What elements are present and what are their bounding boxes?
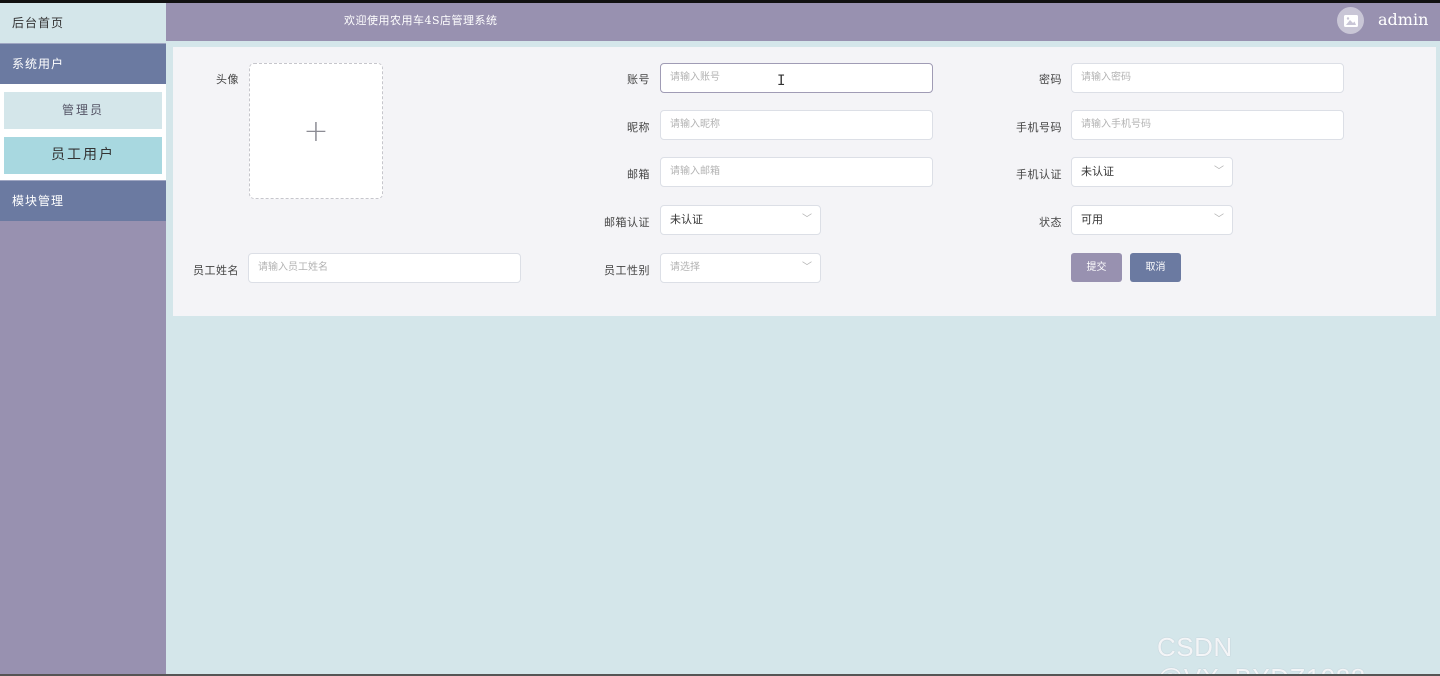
sidebar-submenu: 管理员 员工用户	[0, 84, 166, 180]
sidebar-group-system-users[interactable]: 系统用户	[0, 43, 166, 84]
account-label: 账号	[627, 73, 650, 86]
email-verify-value: 未认证	[670, 213, 703, 226]
submit-button[interactable]: 提交	[1071, 253, 1122, 282]
image-icon[interactable]	[1337, 7, 1364, 34]
phone-label: 手机号码	[1016, 121, 1062, 134]
status-label: 状态	[1039, 216, 1062, 229]
status-select[interactable]: 可用 ﹀	[1071, 205, 1233, 235]
email-input[interactable]: 请输入邮箱	[660, 157, 933, 187]
phone-verify-select[interactable]: 未认证 ﹀	[1071, 157, 1233, 187]
plus-icon: +	[303, 113, 329, 149]
chevron-down-icon: ﹀	[1214, 214, 1224, 225]
text-cursor-icon: I	[777, 73, 786, 89]
sidebar-group-module-management[interactable]: 模块管理	[0, 180, 166, 221]
email-label: 邮箱	[627, 168, 650, 181]
username[interactable]: admin	[1378, 3, 1428, 37]
watermark: CSDN @VX_BYDZ1988	[1157, 632, 1365, 676]
avatar-uploader[interactable]: +	[249, 63, 383, 199]
chevron-down-icon: ﹀	[802, 262, 812, 273]
phone-verify-label: 手机认证	[1016, 168, 1062, 181]
phone-verify-value: 未认证	[1081, 165, 1114, 178]
status-value: 可用	[1081, 213, 1103, 226]
password-label: 密码	[1039, 73, 1062, 86]
nickname-input[interactable]: 请输入昵称	[660, 110, 933, 140]
chevron-down-icon: ﹀	[1214, 166, 1224, 177]
employee-name-label: 员工姓名	[193, 264, 239, 277]
sidebar-item-home[interactable]: 后台首页	[0, 3, 166, 43]
sidebar-item-admin[interactable]: 管理员	[4, 92, 162, 129]
password-input[interactable]: 请输入密码	[1071, 63, 1344, 93]
nickname-label: 昵称	[627, 121, 650, 134]
employee-gender-label: 员工性别	[604, 264, 650, 277]
employee-form-panel: 头像 + 账号 请输入账号 I 密码 请输入密码 昵称 请输入昵称 手机号码 请…	[173, 47, 1436, 316]
employee-gender-select[interactable]: 请选择 ﹀	[660, 253, 821, 283]
account-input[interactable]: 请输入账号	[660, 63, 933, 93]
email-verify-label: 邮箱认证	[604, 216, 650, 229]
sidebar: 后台首页 系统用户 管理员 员工用户 模块管理	[0, 3, 166, 674]
employee-gender-value: 请选择	[670, 262, 700, 273]
employee-name-input[interactable]: 请输入员工姓名	[248, 253, 521, 283]
top-header: 欢迎使用农用车4S店管理系统 admin	[166, 3, 1440, 41]
welcome-title: 欢迎使用农用车4S店管理系统	[344, 14, 498, 27]
phone-input[interactable]: 请输入手机号码	[1071, 110, 1344, 140]
email-verify-select[interactable]: 未认证 ﹀	[660, 205, 821, 235]
cancel-button[interactable]: 取消	[1130, 253, 1181, 282]
chevron-down-icon: ﹀	[802, 214, 812, 225]
sidebar-item-employee-users[interactable]: 员工用户	[4, 137, 162, 174]
avatar-label: 头像	[216, 73, 239, 86]
